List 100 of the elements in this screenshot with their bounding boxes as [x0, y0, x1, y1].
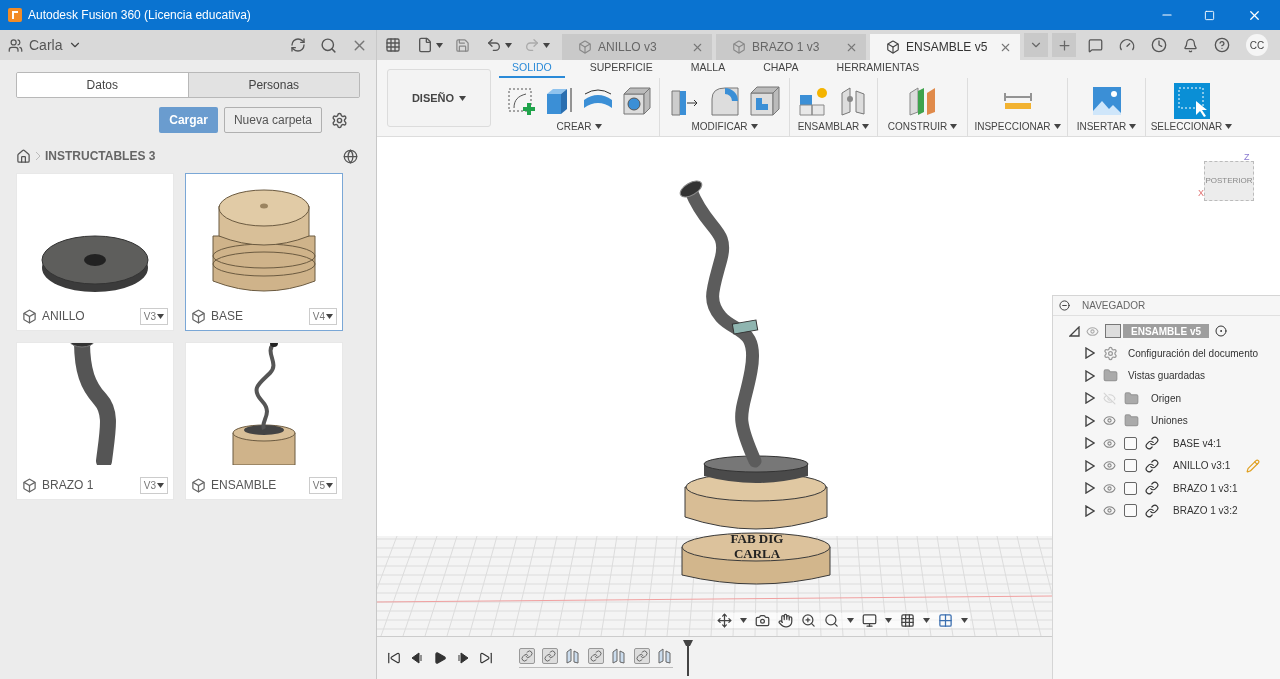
timeline-marker-icon[interactable] — [683, 640, 693, 676]
eye-icon[interactable] — [1103, 459, 1116, 473]
expand-triangle-icon[interactable] — [1085, 459, 1095, 472]
timeline-joint-icon[interactable] — [634, 648, 650, 664]
panel-tab[interactable]: Personas — [187, 73, 359, 97]
breadcrumb-folder[interactable]: INSTRUCTABLES 3 — [45, 147, 156, 165]
document-tab[interactable]: BRAZO 1 v3 — [716, 34, 866, 60]
caret-icon — [950, 123, 958, 129]
undo-icon[interactable] — [486, 37, 502, 53]
extrude-box-icon[interactable] — [544, 85, 574, 116]
orbit-icon[interactable] — [717, 613, 732, 628]
first-step-icon[interactable] — [387, 651, 401, 665]
timeline-joint-icon[interactable] — [542, 648, 558, 664]
search-icon[interactable] — [320, 36, 337, 54]
timeline-motion-icon[interactable] — [611, 648, 627, 664]
file-card[interactable]: ANILLO V3 — [16, 173, 174, 331]
document-tab[interactable]: ENSAMBLE v5 — [870, 34, 1020, 60]
file-card[interactable]: BRAZO 1 V3 — [16, 342, 174, 500]
expand-triangle-icon[interactable] — [1085, 504, 1095, 517]
collapse-triangle-icon[interactable] — [1069, 325, 1080, 337]
hole-cube-icon[interactable] — [622, 85, 652, 116]
collapse-panel-icon[interactable] — [1059, 300, 1070, 311]
expand-triangle-icon[interactable] — [1085, 414, 1095, 427]
active-component-icon[interactable] — [1215, 325, 1227, 337]
window-select-icon[interactable] — [1173, 82, 1210, 119]
user-avatar[interactable]: CC — [1246, 34, 1268, 56]
timeline-joint-icon[interactable] — [588, 648, 604, 664]
document-tab[interactable]: ANILLO v3 — [562, 34, 712, 60]
toolbar-group-menu[interactable]: INSPECCIONAR — [974, 118, 1061, 134]
toolbar-group-menu[interactable]: CONSTRUIR — [887, 118, 958, 134]
step-forward-icon[interactable] — [457, 652, 469, 664]
last-step-icon[interactable] — [479, 651, 493, 665]
toolbar-tab[interactable]: SUPERFICIE — [576, 59, 666, 78]
toolbar-tab[interactable]: SOLIDO — [499, 59, 565, 78]
file-card[interactable]: ENSAMBLE V5 — [185, 342, 343, 500]
new-folder-button[interactable]: Nueva carpeta — [223, 107, 322, 133]
version-dropdown[interactable]: V3 — [139, 476, 168, 494]
notification-bell-icon[interactable] — [1183, 37, 1198, 53]
eye-icon[interactable] — [1103, 414, 1116, 428]
browser-item-label[interactable]: BRAZO 1 v3:1 — [1173, 480, 1238, 496]
shell-cube-icon[interactable] — [748, 84, 781, 117]
toolbar-group-menu[interactable]: ENSAMBLAR — [797, 118, 870, 134]
pan-hand-icon[interactable] — [778, 613, 793, 628]
clock-icon[interactable] — [1151, 37, 1167, 53]
eye-icon[interactable] — [1103, 504, 1116, 518]
comment-icon[interactable] — [1088, 37, 1103, 53]
globe-icon[interactable] — [343, 148, 358, 164]
zoom-icon[interactable] — [801, 613, 816, 628]
expand-triangle-icon[interactable] — [1085, 437, 1095, 450]
timeline-motion-icon[interactable] — [565, 648, 581, 664]
browser-item-label[interactable]: Vistas guardadas — [1128, 368, 1206, 384]
settings-icon[interactable] — [331, 111, 348, 129]
display-icon[interactable] — [862, 613, 877, 628]
play-icon[interactable] — [433, 651, 447, 665]
component-icon — [191, 308, 206, 324]
version-dropdown[interactable]: V3 — [139, 307, 168, 325]
browser-item-label[interactable]: BRAZO 1 v3:2 — [1173, 503, 1238, 519]
file-name: ANILLO — [42, 308, 86, 325]
home-icon[interactable] — [16, 148, 31, 164]
browser-item-label[interactable]: BASE v4:1 — [1173, 435, 1222, 451]
sketch-plus-icon[interactable] — [506, 85, 536, 116]
toolbar-tab[interactable]: CHAPA — [750, 59, 812, 78]
image-icon[interactable] — [1091, 85, 1122, 116]
browser-item-label[interactable]: Configuración del documento — [1128, 345, 1259, 361]
toolbar-group-menu[interactable]: SELECCIONAR — [1150, 118, 1233, 134]
browser-item-label[interactable]: ANILLO v3:1 — [1173, 458, 1231, 474]
app-grid-icon[interactable] — [385, 37, 401, 53]
expand-triangle-icon[interactable] — [1085, 482, 1095, 495]
save-icon[interactable] — [455, 37, 470, 53]
eye-icon[interactable] — [1103, 481, 1116, 495]
new-tab-button[interactable] — [1052, 33, 1076, 57]
camera-icon[interactable] — [755, 613, 770, 628]
workspace-dropdown[interactable]: DISEÑO — [387, 69, 491, 127]
timeline-motion-icon[interactable] — [657, 648, 673, 664]
toolbar-tab[interactable]: HERRAMIENTAS — [823, 59, 933, 78]
panel-tab[interactable]: Datos — [17, 73, 188, 97]
timeline-joint-icon[interactable] — [519, 648, 535, 664]
expand-triangle-icon[interactable] — [1085, 347, 1095, 360]
project-user-name[interactable]: Carla — [29, 34, 63, 56]
expand-triangle-icon[interactable] — [1085, 369, 1095, 382]
file-card[interactable]: BASE V4 — [185, 173, 343, 331]
toolbar-group-menu[interactable]: INSERTAR — [1076, 118, 1137, 134]
browser-item-label[interactable]: Origen — [1151, 390, 1181, 406]
eye-icon[interactable] — [1103, 436, 1116, 450]
fit-zoom-icon[interactable] — [824, 613, 839, 628]
viewports-icon[interactable] — [938, 613, 953, 628]
expand-triangle-icon[interactable] — [1085, 392, 1095, 405]
toolbar-group-menu[interactable]: CREAR — [556, 118, 602, 134]
fillet-icon[interactable] — [708, 84, 741, 117]
help-icon[interactable] — [1214, 37, 1230, 53]
file-icon[interactable] — [417, 37, 433, 53]
grid-icon[interactable] — [900, 613, 915, 628]
refresh-icon[interactable] — [290, 37, 306, 53]
step-back-icon[interactable] — [411, 652, 423, 664]
toolbar-tab[interactable]: MALLA — [677, 59, 739, 78]
toolbar-group-menu[interactable]: MODIFICAR — [691, 118, 758, 134]
maximize-icon[interactable] — [1204, 9, 1215, 21]
version-dropdown[interactable]: V5 — [308, 476, 337, 494]
version-dropdown[interactable]: V4 — [308, 307, 337, 325]
browser-item-label[interactable]: Uniones — [1151, 413, 1188, 429]
